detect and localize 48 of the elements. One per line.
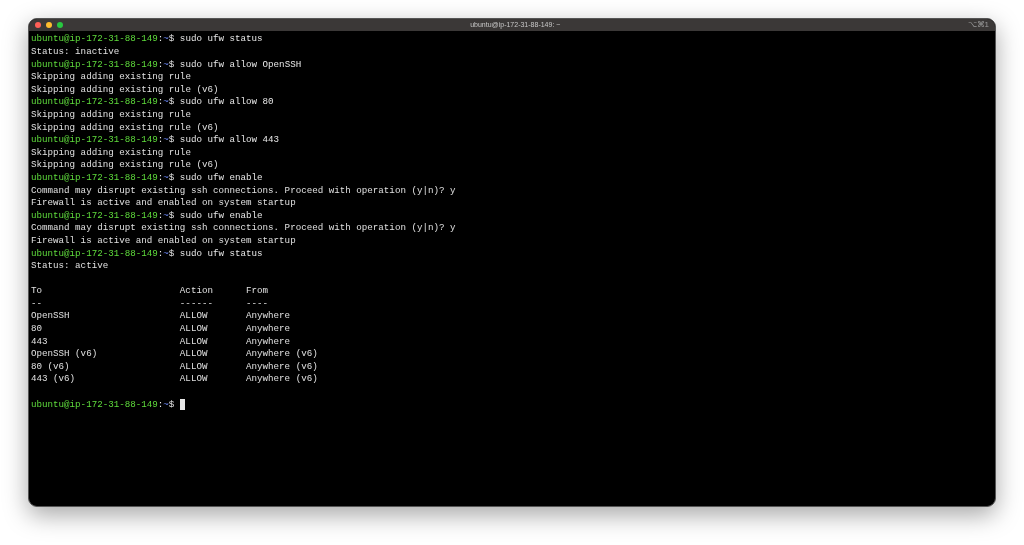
table-cell: ALLOW [179,373,208,385]
output-line: Firewall is active and enabled on system startup [31,196,296,210]
table-cell: OpenSSH (v6) [31,348,98,360]
minimize-icon[interactable] [46,22,52,28]
table-cell: 443 (v6) [31,373,76,385]
table-cell: From [246,285,269,297]
output-line: Command may disrupt existing ssh connections. Proceed with operation (y|n)? y [31,221,456,236]
table-cell: ALLOW [179,348,208,360]
table-cell: ALLOW [179,323,208,335]
command-line: ubuntu@ip-172-31-88-149:~$ sudo ufw status [31,32,263,47]
output-line: Skipping adding existing rule (v6) [31,82,219,97]
table-cell: -- [31,297,43,309]
command-line: ubuntu@ip-172-31-88-149:~$ sudo ufw enable [31,170,263,185]
table-cell: Action [179,285,213,297]
output-line: Status: active [31,259,109,273]
output-line: Status: inactive [31,45,120,59]
output-line: Skipping adding existing rule (v6) [31,120,219,135]
command-line: ubuntu@ip-172-31-88-149:~$ sudo ufw status [31,246,263,261]
table-cell: Anywhere [246,335,291,347]
table-cell: ALLOW [179,360,208,372]
table-cell: Anywhere [246,323,291,335]
table-cell: ------ [179,297,213,309]
close-icon[interactable] [35,22,41,28]
command-line: ubuntu@ip-172-31-88-149:~$ sudo ufw allow OpenSSH [31,57,302,72]
table-cell: 80 [31,323,43,335]
table-cell: 443 [31,335,48,347]
table-cell: 80 (v6) [31,360,70,372]
output-line: Skipping adding existing rule [31,145,191,160]
command-line: ubuntu@ip-172-31-88-149:~$ sudo ufw allow 443 [31,133,280,147]
table-cell: ALLOW [179,335,208,347]
command-line: ubuntu@ip-172-31-88-149:~$ sudo ufw allow 80 [31,95,274,110]
table-cell: OpenSSH [31,310,70,322]
maximize-icon[interactable] [57,22,63,28]
output-line: Skipping adding existing rule (v6) [31,158,219,173]
table-cell: ALLOW [179,310,208,322]
command-line: ubuntu@ip-172-31-88-149:~$ [31,397,175,412]
table-cell: Anywhere [246,310,291,322]
output-line: Skipping adding existing rule [31,107,191,122]
table-cell: Anywhere (v6) [246,373,318,385]
table-cell: ---- [246,297,269,309]
shortcut-label: ⌥⌘1 [967,21,989,29]
table-cell: To [31,285,43,297]
command-line: ubuntu@ip-172-31-88-149:~$ sudo ufw enable [31,208,263,223]
table-cell: Anywhere (v6) [246,360,318,372]
table-cell: Anywhere (v6) [246,348,318,360]
output-line: Command may disrupt existing ssh connections. Proceed with operation (y|n)? y [31,183,456,198]
output-line: Skipping adding existing rule [31,70,191,84]
output-line: Firewall is active and enabled on system startup [31,233,296,248]
